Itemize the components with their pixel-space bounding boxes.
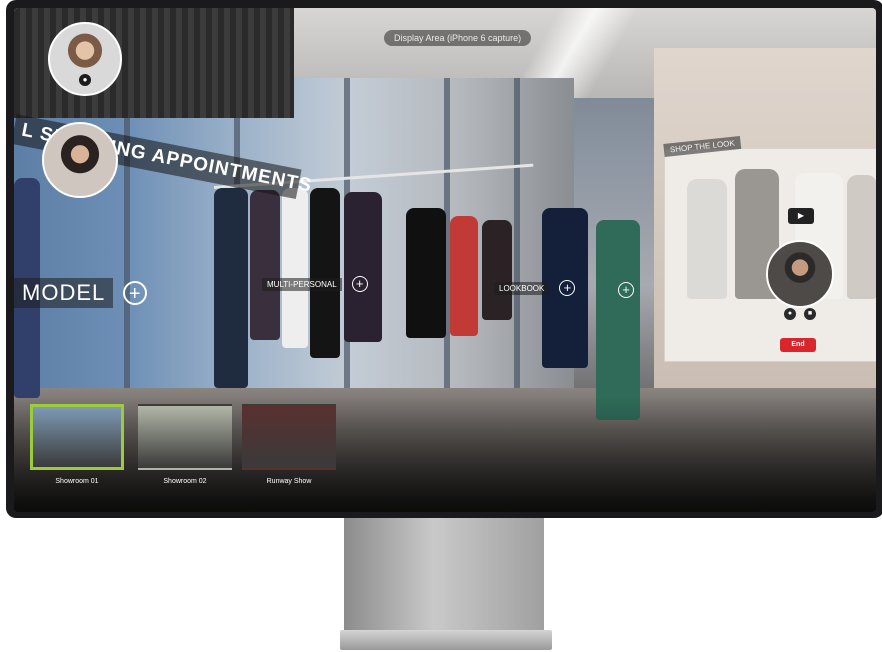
scene-thumbnail[interactable]: [30, 404, 124, 470]
hotspot-label: MULTI-PERSONAL: [262, 277, 342, 291]
garment[interactable]: [282, 188, 308, 348]
hotspot-model[interactable]: MODEL +: [14, 278, 148, 308]
monitor-frame: Display Area (iPhone 6 capture) L SHOPPI…: [6, 0, 882, 518]
monitor-stand: [344, 518, 544, 630]
hotspot-lookbook[interactable]: LOOKBOOK +: [494, 280, 576, 296]
participant-video-bubble[interactable]: ●: [48, 22, 122, 96]
hotspot-mannequin[interactable]: +: [618, 282, 634, 298]
mannequin-dress[interactable]: [596, 220, 640, 420]
garment[interactable]: [482, 220, 512, 320]
end-call-button[interactable]: End: [780, 338, 816, 352]
hotspot-multi-personal[interactable]: MULTI-PERSONAL +: [262, 276, 368, 292]
play-icon[interactable]: ▶: [788, 208, 814, 224]
plus-circle-icon[interactable]: +: [351, 276, 368, 292]
garment[interactable]: [250, 190, 280, 340]
garment[interactable]: [450, 216, 478, 336]
scene-thumbnail[interactable]: [242, 404, 336, 470]
scene-thumbnail[interactable]: [138, 404, 232, 470]
plus-circle-icon[interactable]: +: [618, 282, 634, 298]
page-title: Display Area (iPhone 6 capture): [384, 30, 532, 46]
hotspot-label: LOOKBOOK: [494, 281, 550, 295]
virtual-store-viewport[interactable]: Display Area (iPhone 6 capture) L SHOPPI…: [14, 8, 876, 512]
garment[interactable]: [310, 188, 340, 358]
camera-icon[interactable]: ■: [804, 308, 816, 320]
participant-video-bubble[interactable]: [42, 122, 118, 198]
hotspot-label: MODEL: [14, 278, 114, 308]
scene-thumbnail-label: Showroom 01: [55, 478, 99, 485]
video-call-panel[interactable]: [664, 148, 876, 362]
garment[interactable]: [214, 188, 248, 388]
model-figure: [687, 179, 727, 299]
stylist-video-bubble[interactable]: [766, 240, 834, 308]
garment[interactable]: [406, 208, 446, 338]
window-mullion: [514, 78, 520, 408]
mic-icon[interactable]: ●: [784, 308, 796, 320]
garment[interactable]: [344, 192, 382, 342]
scene-thumbnail-label: Runway Show: [266, 478, 312, 485]
scene-thumbnail-label: Showroom 02: [163, 478, 207, 485]
mic-icon[interactable]: ●: [79, 74, 91, 86]
window-mullion: [124, 78, 130, 408]
plus-circle-icon[interactable]: +: [559, 280, 576, 296]
model-figure: [847, 175, 876, 299]
plus-circle-icon[interactable]: +: [123, 281, 148, 305]
monitor-stand-base: [340, 630, 552, 650]
